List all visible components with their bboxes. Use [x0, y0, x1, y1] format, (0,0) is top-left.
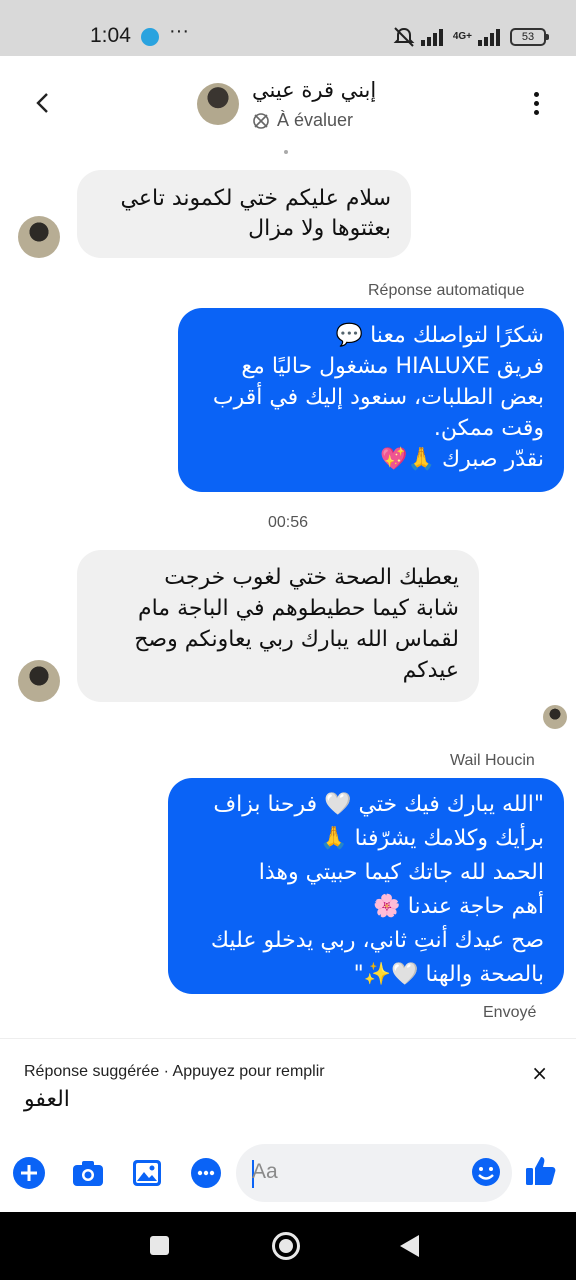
message-input[interactable]: Aa: [236, 1144, 512, 1202]
network-type: 4G+: [452, 31, 472, 42]
suggested-reply[interactable]: العفو: [24, 1087, 70, 1112]
suggested-reply-panel: Réponse suggérée · Appuyez pour remplir …: [0, 1038, 576, 1140]
telegram-icon: [141, 28, 159, 46]
avatar: [18, 660, 60, 702]
signal-icon-2: [478, 28, 504, 46]
camera-icon[interactable]: [71, 1156, 105, 1190]
auto-reply-label: Réponse automatique: [368, 282, 525, 299]
message-incoming[interactable]: يعطيك الصحة ختي لغوب خرجت شابة كيما حطيط…: [77, 550, 479, 702]
like-icon[interactable]: [524, 1154, 558, 1188]
mic-icon[interactable]: [189, 1156, 223, 1190]
message-incoming[interactable]: سلام عليكم ختي لكموند تاعي بعثتوها ولا م…: [77, 170, 411, 258]
recent-apps-button[interactable]: [150, 1236, 169, 1255]
battery-icon: 53: [510, 28, 549, 46]
composer-bar: Aa: [0, 1140, 576, 1212]
emoji-icon[interactable]: [470, 1156, 502, 1188]
seen-avatar: [543, 705, 567, 729]
close-icon[interactable]: ×: [531, 1061, 548, 1085]
message-outgoing[interactable]: "الله يبارك فيك ختي 🤍 فرحنا بزاف برأيك و…: [168, 778, 564, 994]
chat-header: إبني قرة عيني À évaluer: [0, 56, 576, 152]
status-bar: 1:04 ··· 4G+ 53: [0, 0, 576, 56]
status-text: À évaluer: [277, 110, 354, 130]
signal-icon: [420, 28, 447, 46]
more-vertical-icon[interactable]: [532, 92, 540, 116]
timestamp: 00:56: [267, 514, 309, 531]
message-outgoing[interactable]: شكرًا لتواصلك معنا 💬 فريق HIALUXE مشغول …: [178, 308, 564, 492]
avatar: [18, 216, 60, 258]
contact-name[interactable]: إبني قرة عيني: [252, 78, 376, 102]
sent-status: Envoyé: [483, 1004, 537, 1021]
contact-status[interactable]: À évaluer: [252, 110, 353, 131]
status-time: 1:04: [90, 24, 131, 47]
status-indicators: 4G+ 53: [393, 26, 549, 48]
back-button[interactable]: [28, 88, 58, 118]
plus-icon[interactable]: [12, 1156, 46, 1190]
mute-icon: [393, 27, 415, 47]
message-placeholder: Aa: [252, 1160, 278, 1183]
system-back-button[interactable]: [400, 1235, 419, 1257]
avatar[interactable]: [197, 83, 239, 125]
more-notifications-icon: ···: [169, 20, 189, 42]
message-thread[interactable]: سلام عليكم ختي لكموند تاعي بعثتوها ولا م…: [0, 150, 576, 1038]
system-nav-bar: [0, 1212, 576, 1280]
back-icon: [36, 93, 48, 113]
suggested-reply-title: Réponse suggérée · Appuyez pour remplir: [24, 1063, 325, 1080]
home-button[interactable]: [272, 1232, 300, 1260]
sender-label: Wail Houcin: [450, 752, 535, 769]
divider-dot: [284, 150, 288, 154]
gallery-icon[interactable]: [130, 1156, 164, 1190]
rating-icon: [253, 112, 269, 129]
